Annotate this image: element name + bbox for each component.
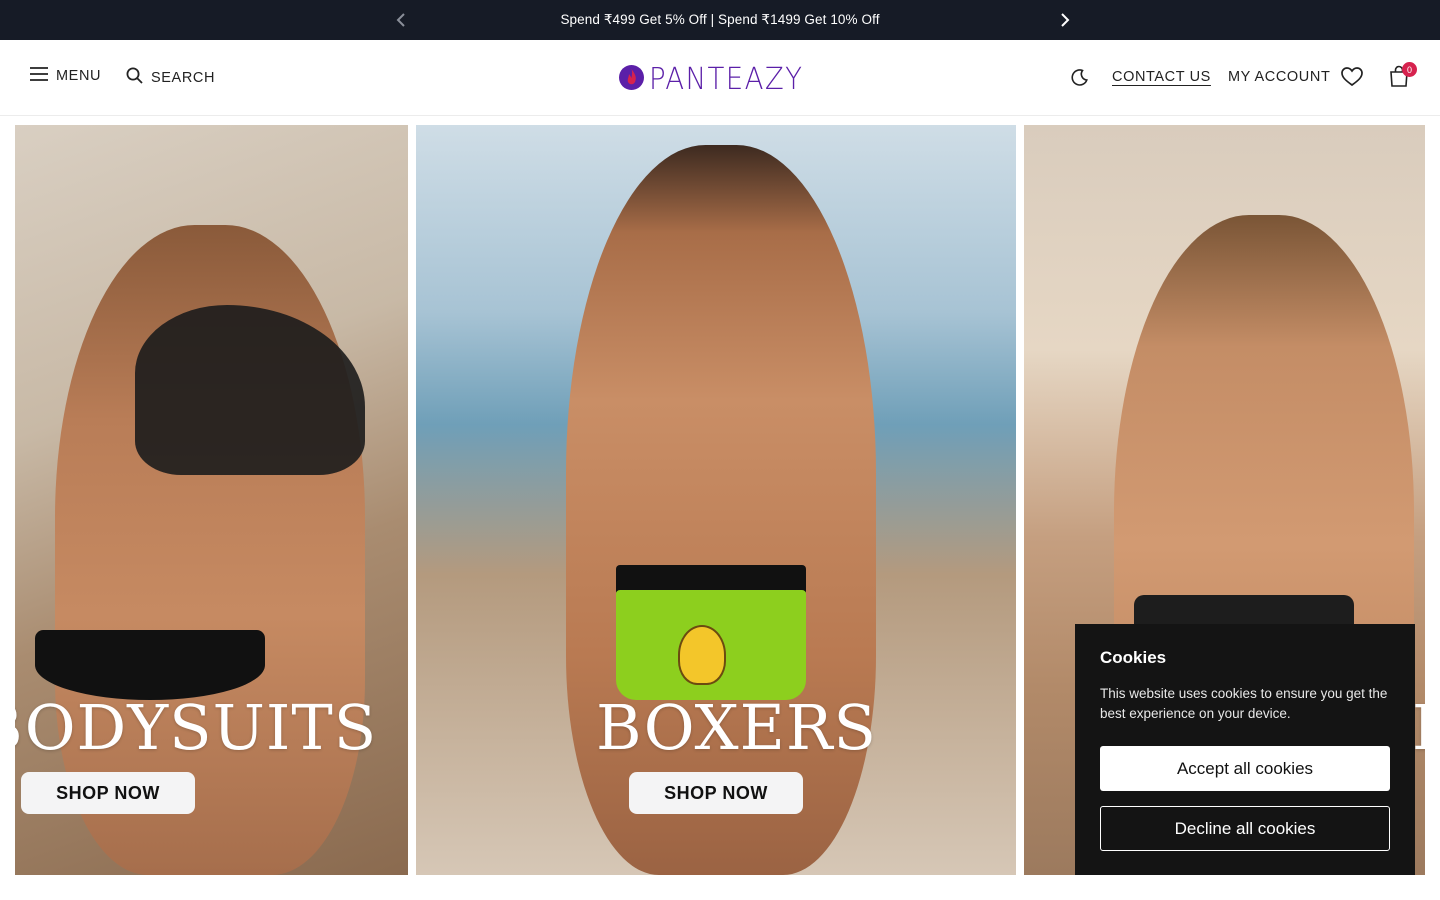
shop-now-button[interactable]: SHOP NOW [629, 772, 803, 814]
search-button[interactable]: SEARCH [126, 67, 215, 88]
site-header: MENU SEARCH PANTEAZY CONTACT US MY ACCOU… [0, 40, 1440, 116]
contact-us-link[interactable]: CONTACT US [1112, 69, 1211, 85]
panel-title: BODYSUITS [15, 691, 378, 764]
search-label: SEARCH [151, 69, 216, 86]
shop-now-button[interactable]: SHOP NOW [21, 772, 195, 814]
moon-icon[interactable] [1070, 68, 1089, 87]
hero-panel-bodysuits[interactable]: BODYSUITS SHOP NOW [15, 125, 408, 875]
cookie-title: Cookies [1100, 648, 1167, 667]
heart-icon[interactable] [1341, 67, 1363, 87]
search-icon [126, 67, 143, 88]
my-account-link[interactable]: MY ACCOUNT [1228, 69, 1330, 85]
brief-shape [35, 630, 265, 700]
site-logo[interactable]: PANTEAZY [618, 62, 817, 97]
cookie-consent-dialog: Cookies This website uses cookies to ens… [1075, 624, 1415, 875]
announcement-text: Spend ₹499 Get 5% Off | Spend ₹1499 Get … [560, 12, 880, 27]
menu-label: MENU [56, 68, 102, 84]
hamburger-icon [30, 67, 48, 85]
mascot-print [678, 625, 726, 685]
announcement-bar: Spend ₹499 Get 5% Off | Spend ₹1499 Get … [0, 0, 1440, 40]
cart-count-badge: 0 [1402, 62, 1417, 77]
chevron-right-icon[interactable] [1055, 10, 1075, 30]
menu-button[interactable]: MENU [30, 67, 101, 85]
logo-text: PANTEAZY [649, 62, 804, 97]
panel-title: BOXERS [596, 691, 878, 764]
chevron-left-icon[interactable] [391, 10, 411, 30]
cookie-message: This website uses cookies to ensure you … [1100, 686, 1388, 721]
flame-logo-icon [618, 64, 645, 96]
decline-cookies-button[interactable]: Decline all cookies [1100, 806, 1390, 851]
accept-cookies-button[interactable]: Accept all cookies [1100, 746, 1390, 791]
hero-panel-boxers[interactable]: BOXERS SHOP NOW [416, 125, 1016, 875]
model-image [566, 145, 876, 875]
